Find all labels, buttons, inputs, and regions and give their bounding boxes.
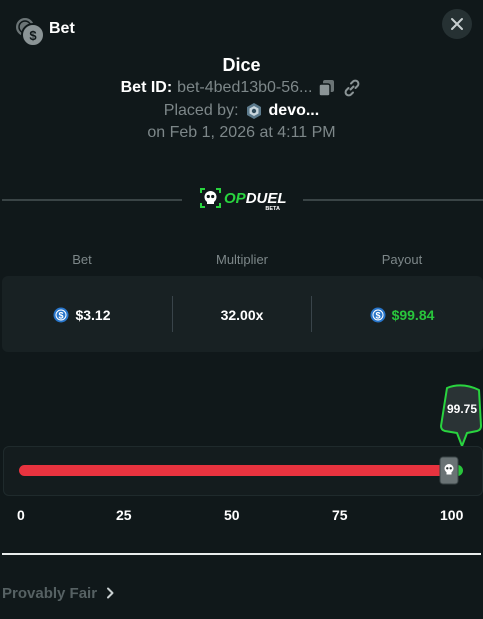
divider-right [303,199,483,201]
svg-text:$: $ [29,28,37,43]
provably-fair-label: Provably Fair [2,584,98,602]
coin-icon: $ [53,307,69,323]
stat-payout: $ $99.84 [322,305,482,325]
game-name: Dice [222,55,261,75]
multiplier-value: 32.00x [220,307,264,323]
chevron-right-icon [107,587,114,599]
stat-bet: $ $3.12 [2,305,162,325]
stat-label-bet: Bet [72,252,92,267]
svg-text:BETA: BETA [265,206,280,212]
stat-label-multiplier: Multiplier [215,252,268,267]
copy-icon[interactable] [317,78,337,98]
bet-id-value: bet-4bed13b0-56... [177,79,313,96]
placed-by-row: Placed by: devo... [0,100,483,122]
divider [2,553,481,555]
svg-text:OPDUEL: OPDUEL [224,190,287,207]
user-name[interactable]: devo... [269,102,320,120]
close-icon [451,18,463,30]
link-icon[interactable] [342,78,362,98]
tick-label: 25 [116,507,132,523]
tick-label: 50 [224,507,240,523]
bet-date: on Feb 1, 2026 at 4:11 PM [147,124,336,141]
bet-modal: $ Bet Dice Bet ID: bet-4bed13b0-56... Pl… [0,0,483,619]
tick-label: 0 [17,507,25,523]
coins-icon: $ [14,16,45,47]
payout-amount: $99.84 [391,307,435,323]
placed-by-label: Placed by: [163,102,239,119]
stat-label-payout: Payout [381,252,423,267]
provably-fair-link[interactable]: Provably Fair [2,583,115,603]
avatar [246,103,261,119]
svg-text:$: $ [375,311,380,321]
divider-left [2,199,182,201]
close-button[interactable] [442,9,472,39]
bet-id-label: Bet ID: [120,79,173,96]
modal-title: Bet [49,20,75,37]
svg-text:$: $ [59,311,64,321]
tick-label: 100 [440,507,464,523]
result-bubble [440,384,482,447]
stat-multiplier: 32.00x [162,305,322,325]
bet-id-row: Bet ID: bet-4bed13b0-56... [0,77,483,99]
bet-amount: $3.12 [75,307,111,323]
slider-handle[interactable] [439,456,459,485]
opduel-logo: OPDUEL BETA [200,188,287,212]
coin-icon: $ [370,307,386,323]
result-value: 99.75 [446,402,478,416]
tick-label: 75 [332,507,348,523]
lose-range [19,465,449,476]
